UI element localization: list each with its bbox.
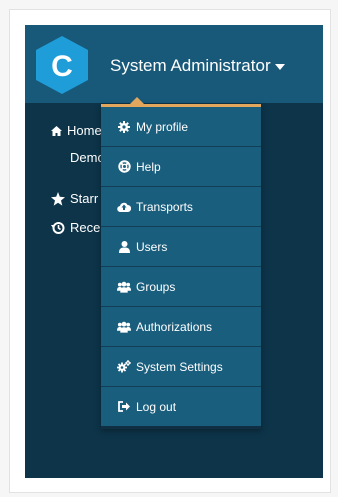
menu-item-log-out[interactable]: Log out: [101, 387, 261, 429]
users-icon: [117, 280, 131, 294]
home-icon: [51, 125, 62, 136]
menu-item-groups[interactable]: Groups: [101, 267, 261, 307]
menu-item-label: My profile: [136, 119, 189, 134]
menu-item-authorizations[interactable]: Authorizations: [101, 307, 261, 347]
star-icon: [51, 191, 65, 206]
menu-item-transports[interactable]: Transports: [101, 187, 261, 227]
menu-item-label: Log out: [136, 399, 177, 414]
sidebar-item-label: Starr: [70, 191, 99, 206]
user-icon: [117, 240, 131, 254]
menu-item-label: Transports: [136, 199, 193, 214]
menu-item-help[interactable]: Help: [101, 147, 261, 187]
menu-item-system-settings[interactable]: System Settings: [101, 347, 261, 387]
caret-down-icon: [274, 63, 285, 70]
dropdown-pointer: [130, 97, 144, 104]
user-name: System Administrator: [110, 56, 271, 75]
sidebar-item-recent[interactable]: Rece: [51, 220, 100, 235]
top-header: C System Administrator: [25, 25, 323, 103]
lifebuoy-icon: [117, 160, 131, 174]
menu-item-label: System Settings: [136, 359, 223, 374]
sidebar-item-label: Demo: [70, 150, 105, 165]
sidebar-item-label: Rece: [70, 220, 101, 235]
app-logo[interactable]: C: [33, 34, 91, 96]
sidebar-item-home[interactable]: Home: [51, 123, 102, 138]
history-icon: [51, 221, 65, 234]
gear-icon: [117, 120, 131, 134]
user-menu-toggle[interactable]: System Administrator: [110, 54, 285, 78]
users-icon: [117, 320, 131, 334]
sidebar-item-label: Home: [67, 123, 102, 138]
menu-item-label: Help: [136, 159, 161, 174]
gears-icon: [117, 360, 131, 374]
sidebar-item-starred[interactable]: Starr: [51, 191, 98, 206]
user-dropdown-menu: My profile Help Transports Users Groups: [101, 97, 261, 429]
sidebar-item-demo[interactable]: Demo: [70, 150, 105, 165]
logo-letter: C: [51, 50, 73, 83]
cloud-upload-icon: [117, 200, 131, 214]
menu-item-label: Authorizations: [136, 319, 213, 334]
app-window: C System Administrator Home Demo Starr R…: [25, 25, 323, 478]
menu-item-label: Groups: [136, 279, 176, 294]
menu-item-users[interactable]: Users: [101, 227, 261, 267]
menu-item-label: Users: [136, 239, 168, 254]
sign-out-icon: [117, 400, 131, 414]
menu-item-my-profile[interactable]: My profile: [101, 107, 261, 147]
